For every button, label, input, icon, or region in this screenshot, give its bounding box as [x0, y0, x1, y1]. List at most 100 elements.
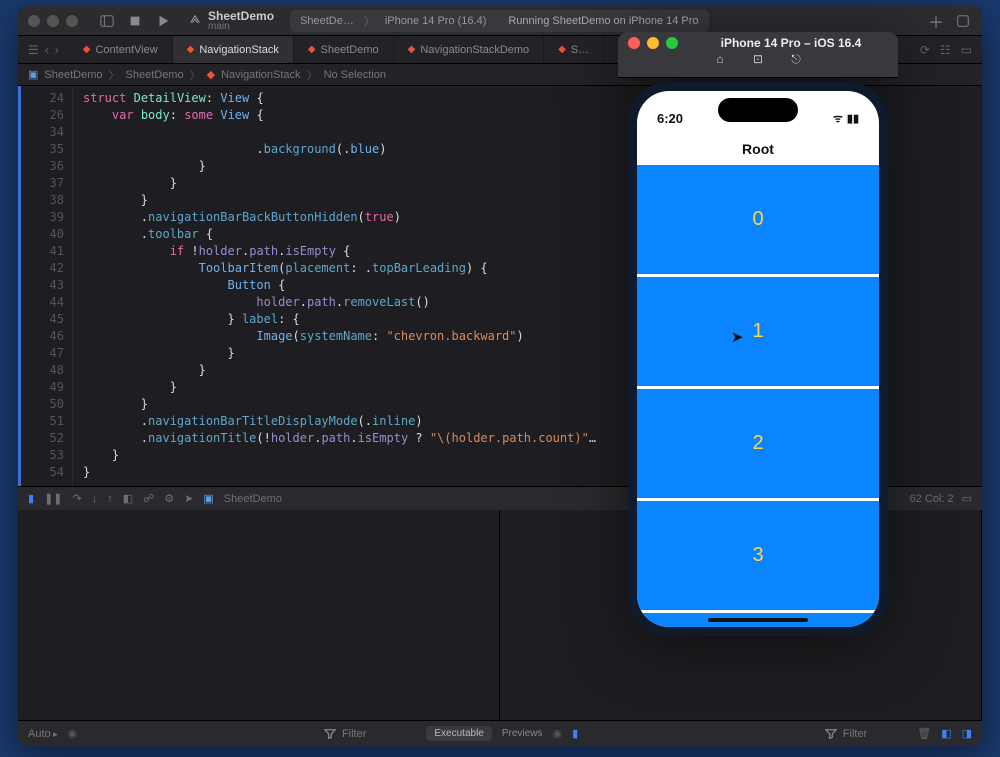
swift-icon: ◆	[558, 44, 566, 55]
trash-icon[interactable]: 🗑	[917, 727, 931, 740]
simulator-titlebar[interactable]: iPhone 14 Pro – iOS 16.4 ⌂ ⊡ ⎋	[618, 32, 898, 78]
variables-filter[interactable]: Filter	[324, 728, 366, 740]
chevron-right-icon: 〉	[109, 67, 120, 83]
tab-nav-controls: ☰ ‹ ›	[18, 36, 69, 63]
editor-options: ⟳ ☷ ▭	[910, 36, 982, 63]
tab-label: ContentView	[95, 44, 157, 56]
minimize-icon[interactable]	[647, 37, 659, 49]
cursor-position: 62 Col: 2 ▭	[910, 492, 972, 505]
stop-button[interactable]	[126, 12, 144, 30]
tab-label: S…	[571, 44, 589, 56]
inspector-toggle-icon[interactable]: ▭	[961, 43, 972, 57]
line-gutter: 24 26 34 35 36 37 38 39 40 41 42 43 44 4…	[18, 86, 73, 486]
step-in-icon[interactable]: ↓	[92, 493, 98, 505]
breadcrumb-item[interactable]: NavigationStack	[221, 69, 301, 81]
variables-view[interactable]	[18, 510, 500, 720]
swift-icon: ◆	[207, 68, 215, 81]
close-icon[interactable]	[628, 37, 640, 49]
minimap-icon[interactable]: ▭	[962, 492, 972, 505]
zoom-icon[interactable]	[666, 37, 678, 49]
location-icon[interactable]: ➤	[184, 492, 193, 505]
env-overrides-icon[interactable]: ⚙	[164, 492, 174, 505]
run-button[interactable]	[154, 12, 172, 30]
console-filter[interactable]: Filter	[825, 728, 867, 740]
file-tab[interactable]: ◆ NavigationStack	[173, 36, 294, 63]
minimize-icon[interactable]	[47, 15, 59, 27]
tab-label: SheetDemo	[321, 44, 379, 56]
split-left-icon[interactable]: ◧	[941, 727, 951, 740]
battery-icon: ▮▮	[847, 112, 859, 125]
back-icon[interactable]: ‹	[45, 43, 49, 57]
scheme-selector[interactable]: SheetDemo main	[182, 8, 280, 34]
close-icon[interactable]	[28, 15, 40, 27]
breadcrumb-item[interactable]: SheetDemo	[126, 69, 184, 81]
filter-label: Filter	[342, 728, 366, 740]
file-tab[interactable]: ◆ SheetDemo	[294, 36, 394, 63]
run-destination[interactable]: SheetDe… 〉 iPhone 14 Pro (16.4) Running …	[290, 10, 709, 32]
view-debug-icon[interactable]: ◧	[123, 492, 133, 505]
swift-icon: ◆	[187, 44, 195, 55]
forward-icon[interactable]: ›	[55, 43, 59, 57]
memory-graph-icon[interactable]: ☍	[143, 492, 154, 505]
project-icon: ▣	[28, 68, 38, 81]
list-row[interactable]: 1	[637, 277, 879, 386]
executable-segment[interactable]: Executable	[426, 726, 491, 741]
row-label: 3	[752, 544, 763, 567]
branch-name: main	[208, 22, 274, 32]
metrics-icon[interactable]: ▮	[572, 727, 578, 740]
app-icon: ▣	[203, 492, 213, 505]
previews-segment[interactable]: Previews	[502, 728, 543, 739]
rotate-icon[interactable]: ⎋	[788, 52, 804, 67]
debug-target[interactable]: SheetDemo	[224, 493, 282, 505]
nav-title: Root	[637, 137, 879, 165]
funnel-icon	[324, 728, 336, 740]
list[interactable]: 0 1 2 3	[637, 165, 879, 627]
window-traffic-lights[interactable]	[28, 15, 78, 27]
eye-icon[interactable]: ◉	[68, 727, 78, 740]
editor-layout-icon[interactable]: ☷	[940, 43, 951, 57]
zoom-icon[interactable]	[66, 15, 78, 27]
funnel-icon	[825, 728, 837, 740]
sidebar-toggle-icon[interactable]	[98, 12, 116, 30]
breadcrumb-item[interactable]: SheetDemo	[44, 69, 102, 81]
breadcrumb-item[interactable]: No Selection	[324, 69, 386, 81]
pause-icon[interactable]: ❚❚	[44, 492, 62, 505]
list-row[interactable]: 3	[637, 501, 879, 610]
list-row[interactable]: 0	[637, 165, 879, 274]
add-icon[interactable]: ＋	[928, 9, 944, 33]
chevron-right-icon: 〉	[307, 67, 318, 83]
row-label: 0	[752, 208, 763, 231]
file-tab[interactable]: ◆ NavigationStackDemo	[394, 36, 545, 63]
cursor-position-label: 62 Col: 2	[910, 493, 954, 505]
bottom-bar: Auto ◉ Filter Executable Previews ◉ ▮ Fi…	[18, 720, 982, 746]
dynamic-island	[718, 98, 798, 122]
split-right-icon[interactable]: ◨	[962, 727, 972, 740]
wifi-icon: ᯤ	[833, 111, 843, 126]
refresh-icon[interactable]: ⟳	[920, 43, 930, 57]
cursor-icon: ➤	[731, 328, 744, 346]
filter-label: Filter	[843, 728, 867, 740]
row-label: 2	[752, 432, 763, 455]
tab-label: NavigationStack	[199, 44, 279, 56]
step-over-icon[interactable]: ↷	[73, 492, 82, 505]
eye-icon[interactable]: ◉	[552, 727, 562, 740]
library-icon[interactable]	[954, 12, 972, 30]
swift-icon: ◆	[308, 44, 316, 55]
simulator-window: iPhone 14 Pro – iOS 16.4 ⌂ ⊡ ⎋ 6:20 ᯤ ▮▮…	[618, 32, 898, 636]
project-name: SheetDemo	[208, 10, 274, 22]
list-row[interactable]: 2	[637, 389, 879, 498]
home-icon[interactable]: ⌂	[712, 52, 728, 67]
sim-traffic-lights[interactable]	[628, 37, 678, 49]
file-tab[interactable]: ◆ S…	[544, 36, 604, 63]
file-tab[interactable]: ◆ ContentView	[69, 36, 173, 63]
chevron-right-icon: 〉	[190, 67, 201, 83]
auto-button[interactable]: Auto	[28, 728, 58, 740]
run-status: Running SheetDemo on iPhone 14 Pro	[508, 15, 698, 27]
phone-screen[interactable]: 6:20 ᯤ ▮▮ Root 0 1 2 3	[637, 91, 879, 627]
screenshot-icon[interactable]: ⊡	[750, 52, 766, 67]
swift-icon: ◆	[83, 44, 91, 55]
related-items-icon[interactable]: ☰	[28, 43, 39, 57]
debug-active-icon[interactable]: ▮	[28, 492, 34, 505]
scheme-label: SheetDe…	[300, 15, 354, 27]
step-out-icon[interactable]: ↑	[107, 493, 113, 505]
